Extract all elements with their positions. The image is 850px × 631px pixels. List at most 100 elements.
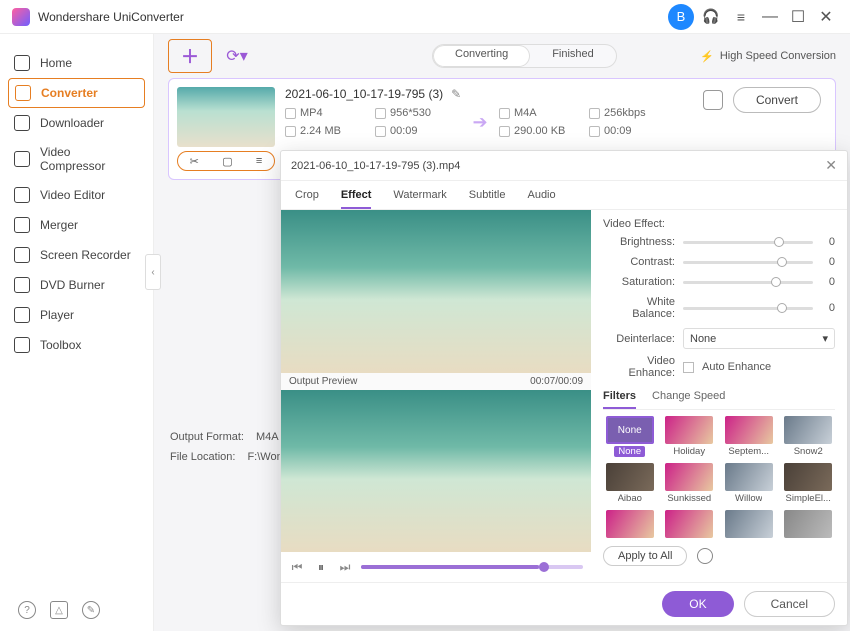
tab-subtitle[interactable]: Subtitle bbox=[469, 185, 506, 209]
sidebar-item-converter[interactable]: Converter bbox=[8, 78, 145, 108]
sidebar-item-label: Screen Recorder bbox=[40, 248, 131, 262]
filter-item[interactable]: Aibao bbox=[603, 463, 657, 504]
deinterlace-select[interactable]: None▾ bbox=[683, 328, 835, 349]
filter-item[interactable]: Sunkissed bbox=[663, 463, 717, 504]
reset-icon[interactable] bbox=[697, 548, 713, 564]
filter-thumbnail bbox=[606, 463, 654, 491]
output-preview bbox=[281, 390, 591, 553]
auto-enhance-label: Auto Enhance bbox=[702, 361, 771, 373]
tab-crop[interactable]: Crop bbox=[295, 185, 319, 209]
filter-item[interactable]: Septem... bbox=[722, 416, 776, 457]
crop-icon[interactable]: ▢ bbox=[222, 155, 232, 168]
help-icon[interactable]: ? bbox=[18, 601, 36, 619]
sidebar-item-toolbox[interactable]: Toolbox bbox=[0, 330, 153, 360]
bell-icon[interactable]: △ bbox=[50, 601, 68, 619]
sidebar-item-label: Player bbox=[40, 308, 74, 322]
sidebar-item-label: DVD Burner bbox=[40, 278, 105, 292]
contrast-slider[interactable] bbox=[683, 261, 813, 264]
dialog-close-icon[interactable]: ✕ bbox=[825, 157, 837, 174]
filter-item[interactable] bbox=[663, 510, 717, 538]
filter-item[interactable]: Willow bbox=[722, 463, 776, 504]
filter-item[interactable]: SimpleEl... bbox=[782, 463, 836, 504]
rename-icon[interactable]: ✎ bbox=[451, 87, 461, 101]
filter-item[interactable]: NoneNone bbox=[603, 416, 657, 457]
app-logo bbox=[12, 8, 30, 26]
filter-thumbnail bbox=[725, 416, 773, 444]
feedback-icon[interactable]: ✎ bbox=[82, 601, 100, 619]
dst-duration: 00:09 bbox=[604, 125, 632, 137]
auto-enhance-checkbox[interactable] bbox=[683, 362, 694, 373]
sidebar-item-screen-recorder[interactable]: Screen Recorder bbox=[0, 240, 153, 270]
convert-button[interactable]: Convert bbox=[733, 87, 821, 113]
editor-icon bbox=[14, 187, 30, 203]
dst-bitrate: 256kbps bbox=[604, 107, 646, 119]
filter-thumbnail bbox=[784, 416, 832, 444]
seek-slider[interactable] bbox=[361, 565, 583, 569]
pause-button[interactable]: ⏸ bbox=[313, 560, 329, 575]
filter-thumbnail: None bbox=[606, 416, 654, 444]
cancel-button[interactable]: Cancel bbox=[744, 591, 835, 617]
contrast-value: 0 bbox=[821, 256, 835, 268]
filter-thumbnail bbox=[725, 463, 773, 491]
filter-item[interactable] bbox=[782, 510, 836, 538]
high-speed-label: High Speed Conversion bbox=[720, 50, 836, 62]
file-title: 2021-06-10_10-17-19-795 (3) bbox=[285, 87, 443, 101]
menu-icon[interactable]: ≡ bbox=[728, 4, 754, 30]
filter-item[interactable] bbox=[722, 510, 776, 538]
arrow-icon: ➔ bbox=[465, 112, 495, 133]
high-speed-toggle[interactable]: ⚡ High Speed Conversion bbox=[700, 50, 836, 63]
sidebar-item-merger[interactable]: Merger bbox=[0, 210, 153, 240]
subtab-filters[interactable]: Filters bbox=[603, 387, 636, 409]
duration-icon bbox=[589, 126, 600, 137]
sidebar-item-dvd-burner[interactable]: DVD Burner bbox=[0, 270, 153, 300]
src-duration: 00:09 bbox=[390, 125, 418, 137]
next-frame-button[interactable]: ⏭ bbox=[337, 560, 353, 575]
user-avatar[interactable]: B bbox=[668, 4, 694, 30]
subtab-change-speed[interactable]: Change Speed bbox=[652, 387, 725, 409]
sidebar: HomeConverterDownloaderVideo CompressorV… bbox=[0, 34, 154, 631]
sidebar-item-video-compressor[interactable]: Video Compressor bbox=[0, 138, 153, 180]
brightness-slider[interactable] bbox=[683, 241, 813, 244]
src-size: 2.24 MB bbox=[300, 125, 341, 137]
trim-icon[interactable]: ✂ bbox=[190, 155, 199, 168]
filter-item[interactable]: Holiday bbox=[663, 416, 717, 457]
filter-item[interactable] bbox=[603, 510, 657, 538]
saturation-label: Saturation: bbox=[603, 276, 675, 288]
tab-audio[interactable]: Audio bbox=[527, 185, 555, 209]
tab-effect[interactable]: Effect bbox=[341, 185, 372, 209]
sidebar-item-home[interactable]: Home bbox=[0, 48, 153, 78]
ok-button[interactable]: OK bbox=[662, 591, 733, 617]
prev-frame-button[interactable]: ⏮ bbox=[289, 560, 305, 575]
apply-to-all-button[interactable]: Apply to All bbox=[603, 546, 687, 566]
sidebar-item-video-editor[interactable]: Video Editor bbox=[0, 180, 153, 210]
add-file-button[interactable]: ＋ bbox=[168, 39, 212, 73]
add-dropdown[interactable]: ⟳▾ bbox=[222, 41, 252, 71]
filter-item[interactable]: Snow2 bbox=[782, 416, 836, 457]
deinterlace-label: Deinterlace: bbox=[603, 333, 675, 345]
merger-icon bbox=[14, 217, 30, 233]
downloader-icon bbox=[14, 115, 30, 131]
maximize-button[interactable]: ☐ bbox=[786, 5, 810, 29]
minimize-button[interactable]: ― bbox=[758, 5, 782, 29]
filter-label: Sunkissed bbox=[667, 493, 711, 504]
filter-thumbnail bbox=[784, 463, 832, 491]
filter-thumbnail bbox=[606, 510, 654, 538]
close-button[interactable]: ✕ bbox=[814, 5, 838, 29]
original-preview bbox=[281, 210, 591, 373]
saturation-value: 0 bbox=[821, 276, 835, 288]
sidebar-item-player[interactable]: Player bbox=[0, 300, 153, 330]
sidebar-collapse-handle[interactable]: ‹ bbox=[145, 254, 161, 290]
output-settings-icon[interactable] bbox=[703, 90, 723, 110]
dst-format: M4A bbox=[514, 107, 537, 119]
tab-watermark[interactable]: Watermark bbox=[393, 185, 446, 209]
effect-icon[interactable]: ≡ bbox=[256, 155, 262, 167]
filter-thumbnail bbox=[784, 510, 832, 538]
headset-icon[interactable]: 🎧 bbox=[698, 4, 724, 30]
tab-finished[interactable]: Finished bbox=[530, 45, 616, 67]
effect-dialog: 2021-06-10_10-17-19-795 (3).mp4 ✕ CropEf… bbox=[280, 150, 848, 626]
saturation-slider[interactable] bbox=[683, 281, 813, 284]
tab-converting[interactable]: Converting bbox=[433, 45, 530, 67]
sidebar-item-downloader[interactable]: Downloader bbox=[0, 108, 153, 138]
white-balance-slider[interactable] bbox=[683, 307, 813, 310]
video-thumbnail[interactable] bbox=[177, 87, 275, 147]
